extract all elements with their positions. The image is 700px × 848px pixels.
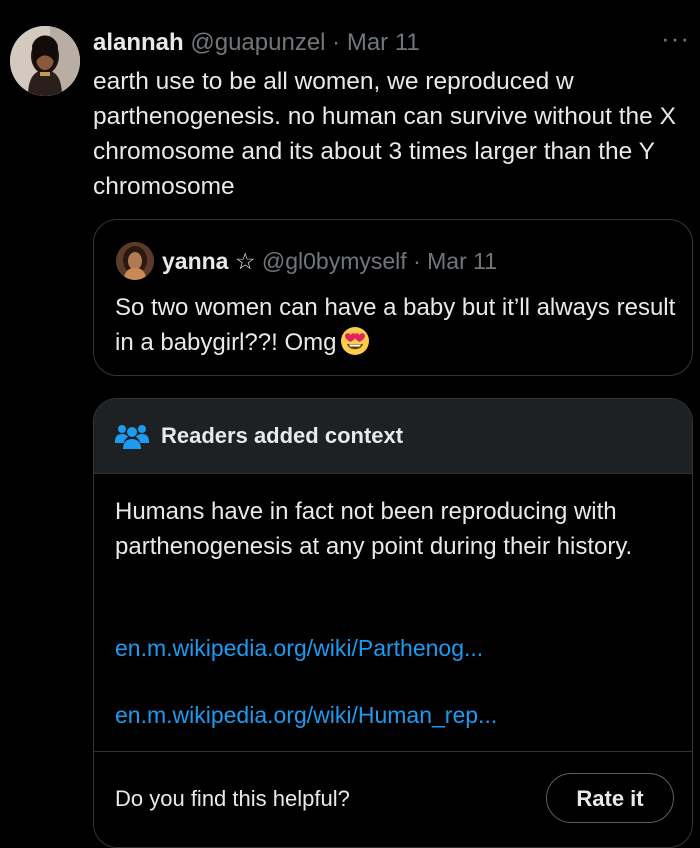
community-note-body: Humans have in fact not been reproducing…: [115, 498, 633, 560]
tweet-date[interactable]: Mar 11: [347, 29, 420, 56]
author-name[interactable]: alannah: [93, 29, 184, 56]
heart-eyes-emoji-icon: [340, 326, 370, 366]
tweet-text: earth use to be all women, we reproduced…: [93, 68, 676, 200]
community-note: Readers added context Humans have in fac…: [93, 398, 693, 848]
quoted-date[interactable]: Mar 11: [427, 248, 497, 274]
note-divider: [94, 751, 692, 752]
community-note-header: Readers added context: [94, 399, 692, 474]
author-avatar[interactable]: [10, 26, 80, 96]
quoted-text-container: So two women can have a baby but it’ll a…: [115, 290, 685, 366]
more-options-icon[interactable]: ···: [661, 25, 690, 51]
quoted-author-handle[interactable]: @gl0bymyself: [262, 248, 407, 274]
star-icon: ☆: [234, 248, 256, 274]
note-link-human-reproduction[interactable]: en.m.wikipedia.org/wiki/Human_rep...: [115, 700, 497, 730]
quoted-text: So two women can have a baby but it’ll a…: [115, 294, 676, 356]
header-separator: ·: [325, 29, 347, 56]
tweet-header: alannah @guapunzel · Mar 11: [93, 27, 420, 59]
author-handle[interactable]: @guapunzel: [190, 29, 325, 56]
rate-it-button[interactable]: Rate it: [546, 773, 674, 823]
quoted-author-avatar[interactable]: [116, 242, 154, 280]
people-icon: [115, 421, 149, 451]
community-note-title: Readers added context: [161, 423, 404, 448]
helpful-question: Do you find this helpful?: [115, 786, 350, 811]
quoted-header: yanna ☆ @gl0bymyself · Mar 11: [162, 245, 497, 277]
note-link-parthenogenesis[interactable]: en.m.wikipedia.org/wiki/Parthenog...: [115, 633, 483, 663]
quoted-author-name[interactable]: yanna: [162, 248, 228, 274]
quoted-tweet[interactable]: yanna ☆ @gl0bymyself · Mar 11 So two wom…: [93, 219, 693, 376]
quoted-header-separator: ·: [406, 248, 428, 274]
